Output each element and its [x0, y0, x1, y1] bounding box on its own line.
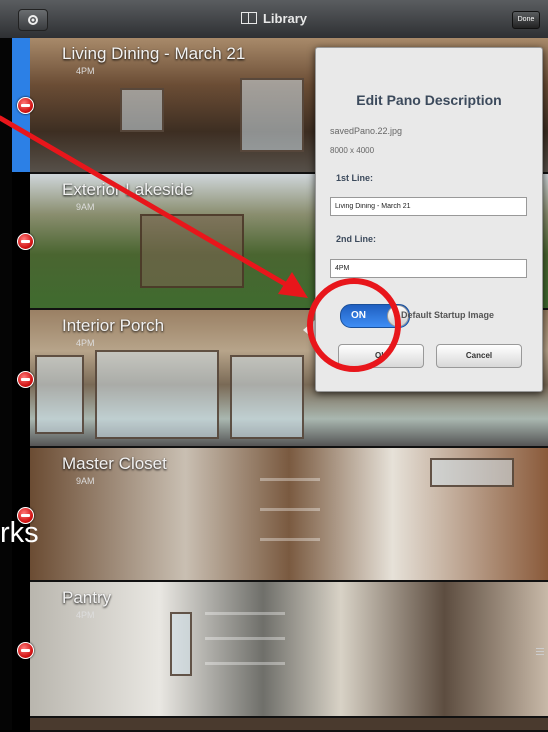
window-pane — [35, 355, 84, 434]
row-time: 4PM — [76, 338, 95, 348]
row-title: Master Closet — [62, 454, 167, 473]
window-pane — [240, 78, 304, 152]
left-edge — [0, 38, 12, 730]
window-pane — [120, 88, 164, 132]
window-pane — [170, 612, 192, 676]
reorder-handle-icon[interactable] — [536, 648, 544, 658]
house-facade — [140, 214, 244, 288]
filename: savedPano.22.jpg — [330, 126, 403, 136]
top-toolbar: Library Done — [0, 0, 548, 39]
shelf — [205, 612, 285, 615]
title-text: Library — [262, 11, 308, 26]
cancel-button[interactable]: Cancel — [436, 344, 522, 368]
first-line-input[interactable] — [330, 197, 527, 216]
shelf — [260, 478, 320, 481]
delete-button[interactable] — [17, 642, 34, 659]
row-time: 9AM — [76, 476, 95, 486]
annotation-text-fragment: rks — [0, 517, 39, 549]
delete-button[interactable] — [17, 97, 34, 114]
first-line-label: 1st Line: — [336, 173, 374, 183]
shelf — [205, 662, 285, 665]
row-title: Interior Porch — [62, 316, 165, 335]
toolbar-title: Library — [0, 11, 548, 26]
row-title: Exterior Lakeside — [62, 180, 194, 199]
row-time: 4PM — [76, 66, 95, 76]
row-time: 4PM — [76, 610, 95, 620]
row-title: Living Dining - March 21 — [62, 44, 246, 63]
delete-button[interactable] — [17, 371, 34, 388]
annotation-circle — [307, 278, 401, 372]
panel-title: Edit Pano Description — [356, 92, 502, 108]
delete-button[interactable] — [17, 233, 34, 250]
dimensions: 8000 x 4000 — [330, 146, 375, 155]
row-time: 9AM — [76, 202, 95, 212]
book-icon — [240, 12, 257, 24]
default-startup-label: Default Startup Image — [401, 310, 495, 320]
window-pane — [95, 350, 219, 439]
shelf — [205, 637, 285, 640]
second-line-input[interactable] — [330, 259, 527, 278]
window-pane — [430, 458, 514, 487]
shelf — [260, 538, 320, 541]
second-line-label: 2nd Line: — [336, 234, 376, 244]
pano-row-pantry[interactable]: Pantry 4PM — [30, 582, 548, 718]
shelf — [260, 508, 320, 511]
window-pane — [230, 355, 304, 439]
pano-row-master-closet[interactable]: Master Closet 9AM — [30, 448, 548, 582]
row-title: Pantry — [62, 588, 112, 607]
done-button[interactable]: Done — [512, 11, 540, 29]
